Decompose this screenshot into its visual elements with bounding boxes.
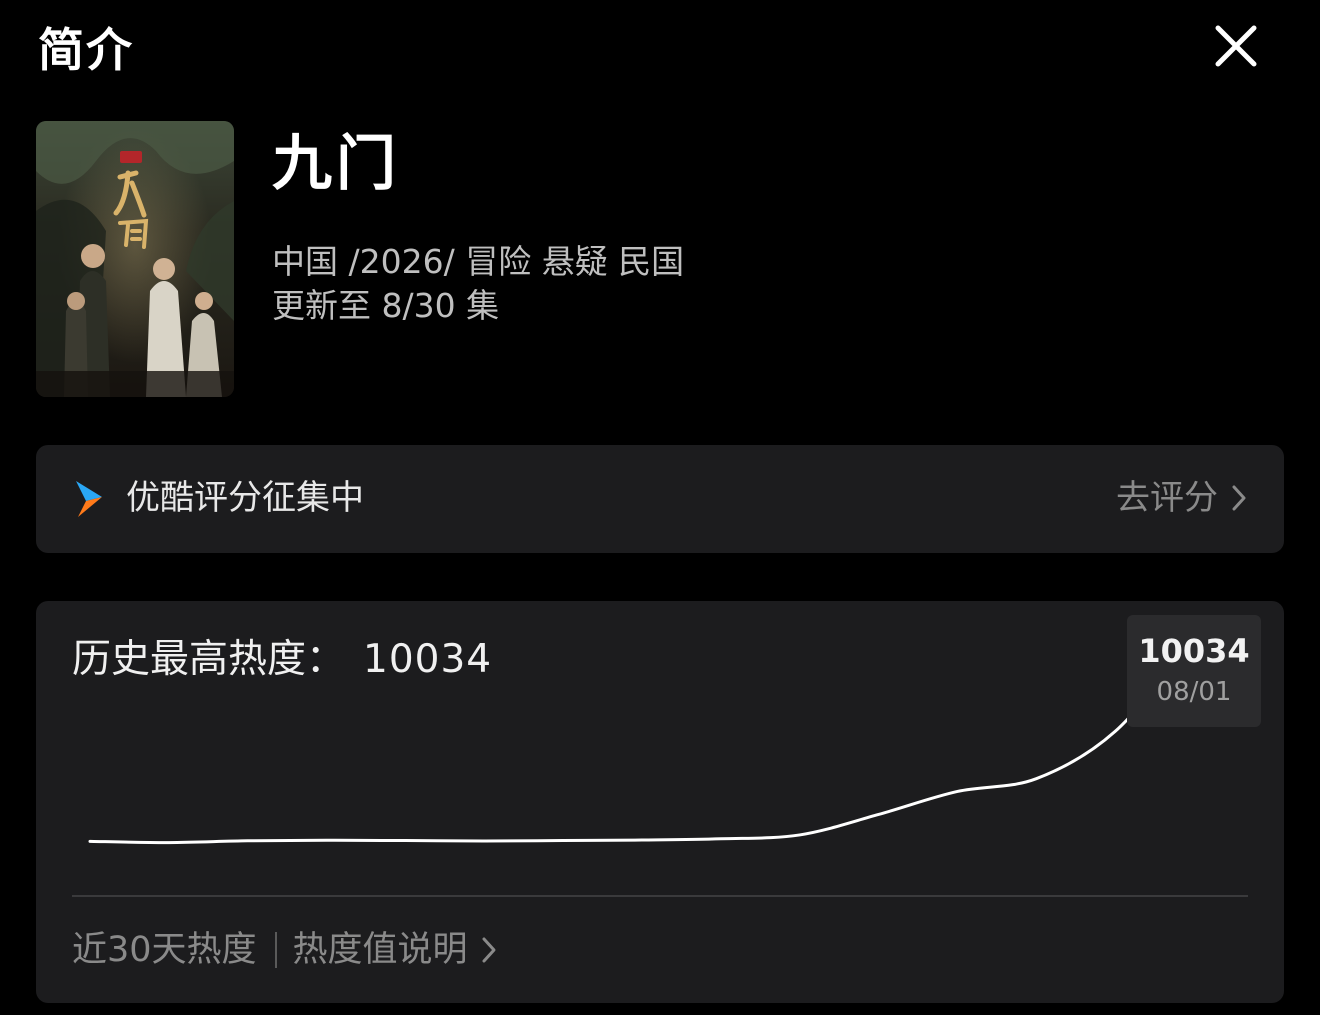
heat-info-link[interactable]: 热度值说明 <box>293 927 500 973</box>
rating-label: 优酷评分征集中 <box>126 478 364 518</box>
heat-footer: 近30天热度 热度值说明 <box>72 927 500 973</box>
heat-info-label: 热度值说明 <box>292 930 468 970</box>
chart-baseline <box>72 895 1248 897</box>
youku-logo-icon <box>76 481 102 517</box>
poster-image[interactable] <box>36 121 234 397</box>
close-icon <box>1215 25 1257 67</box>
chart-tooltip: 10034 08/01 <box>1127 615 1261 727</box>
chevron-right-icon <box>482 937 496 963</box>
rating-card[interactable]: 优酷评分征集中 去评分 <box>36 445 1284 553</box>
rate-button[interactable]: 去评分 <box>1116 475 1250 521</box>
tooltip-date: 08/01 <box>1156 677 1232 707</box>
heat-card: 历史最高热度： 10034 10034 08/01 近30天热度 热度值说明 <box>36 601 1284 1003</box>
show-meta: 中国 /2026/ 冒险 悬疑 民国 <box>272 242 685 281</box>
episode-status: 更新至 8/30 集 <box>272 286 500 325</box>
show-title: 九门 <box>272 129 400 199</box>
poster-art <box>36 121 234 397</box>
divider <box>274 932 277 968</box>
chevron-right-icon <box>1232 485 1246 511</box>
page-title: 简介 <box>38 23 134 77</box>
tooltip-value: 10034 <box>1138 632 1250 670</box>
rate-button-label: 去评分 <box>1116 478 1218 518</box>
heat-series-line <box>88 636 1196 845</box>
range-30-days-link[interactable]: 近30天热度 <box>72 927 257 973</box>
close-button[interactable] <box>1208 18 1264 74</box>
